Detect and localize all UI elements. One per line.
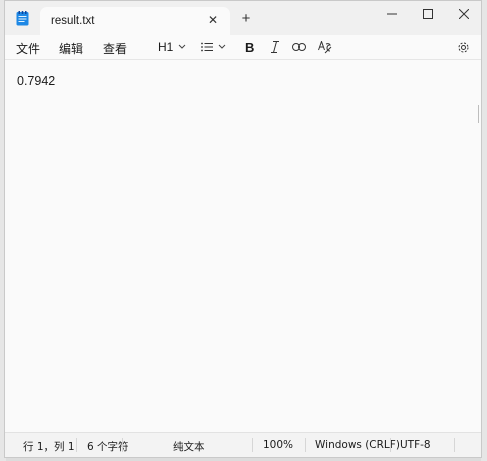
italic-icon [271,41,279,53]
title-bar[interactable]: result.txt ✕ + [5,1,481,35]
settings-button[interactable] [457,39,470,55]
maximize-icon [423,9,433,19]
menu-bar: 文件 编辑 查看 H1 B [5,35,481,59]
menu-file[interactable]: 文件 [16,40,40,57]
tab-title: result.txt [51,15,95,27]
link-icon [292,43,306,51]
close-icon [459,9,469,19]
status-divider [454,438,455,452]
cursor-position: 行 1，列 1 [23,441,75,453]
encoding[interactable]: UTF-8 [400,439,431,451]
new-tab-plus-icon[interactable]: + [236,9,256,29]
italic-button[interactable] [270,39,280,55]
chevron-down-icon [218,44,226,49]
text-mode[interactable]: 纯文本 [173,439,205,454]
list-icon [201,42,213,52]
tab-result-txt[interactable]: result.txt ✕ [40,7,230,35]
tab-close-icon[interactable]: ✕ [204,11,222,29]
notepad-window: result.txt ✕ + 文件 编辑 查看 H1 B 0.7942 行 1，… [4,0,482,458]
status-divider [252,438,253,452]
heading-label: H1 [158,40,174,54]
menu-edit[interactable]: 编辑 [59,40,83,57]
chevron-down-icon [178,44,186,49]
close-window-button[interactable] [448,3,480,25]
notepad-app-icon [16,11,29,26]
minimize-button[interactable] [376,3,408,25]
clear-format-button[interactable] [318,39,332,55]
line-ending[interactable]: Windows (CRLF) [315,439,400,451]
heading-dropdown[interactable]: H1 [158,39,186,55]
status-divider [122,438,123,452]
zoom-level[interactable]: 100% [263,439,293,451]
menu-view[interactable]: 查看 [103,40,127,57]
document-text: 0.7942 [17,74,56,88]
text-editor-area[interactable]: 0.7942 [5,59,481,433]
status-bar: 行 1，列 1 6 个字符 纯文本 100% Windows (CRLF) UT… [5,432,481,457]
maximize-button[interactable] [412,3,444,25]
scrollbar-indicator[interactable] [478,105,482,123]
status-divider [76,438,77,452]
status-divider [390,438,391,452]
minimize-icon [387,13,397,15]
clear-format-icon [318,40,332,53]
gear-icon [458,42,469,52]
bold-button[interactable]: B [245,39,254,55]
list-dropdown[interactable] [201,39,226,55]
status-divider [305,438,306,452]
link-button[interactable] [292,39,306,55]
